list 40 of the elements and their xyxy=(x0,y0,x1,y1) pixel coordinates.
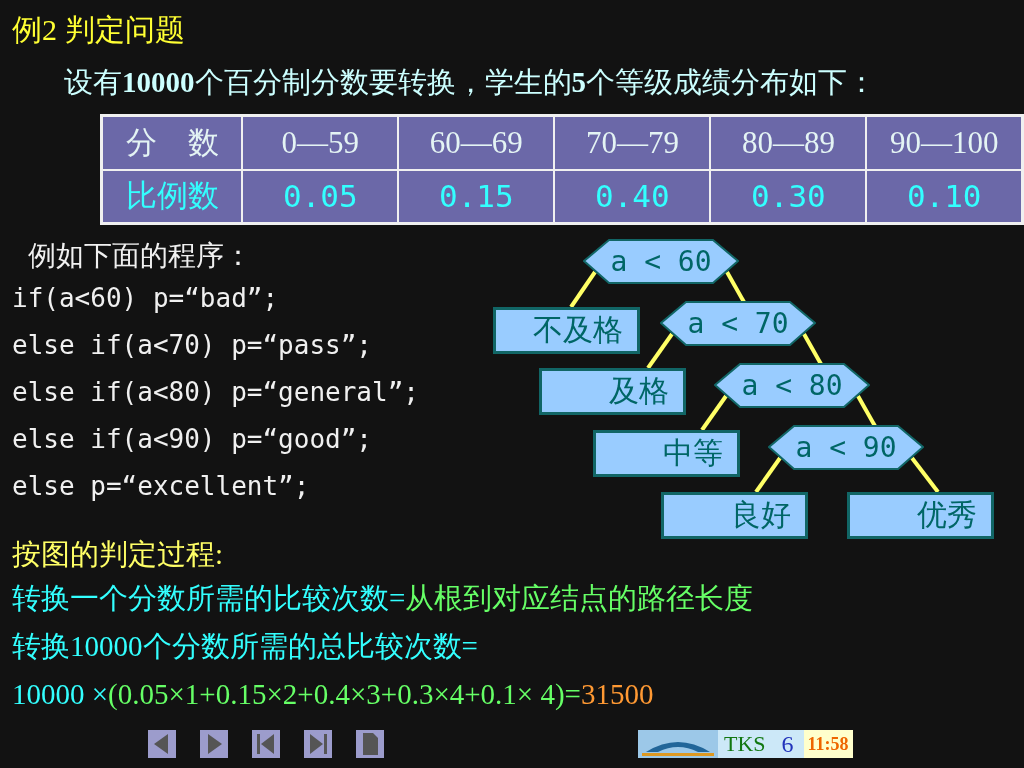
connector-line xyxy=(569,270,597,309)
table-cell: 0—59 xyxy=(242,115,399,170)
process-heading: 按图的判定过程: xyxy=(12,537,225,572)
table-cell: 分 数 xyxy=(101,115,243,170)
result-node: 不及格 xyxy=(493,307,640,354)
code-line: else if(a<90) p=“good”; xyxy=(12,423,374,456)
result-node: 良好 xyxy=(661,492,808,539)
table-cell: 70—79 xyxy=(554,115,711,170)
first-slide-button[interactable] xyxy=(252,730,280,758)
code-line: else if(a<70) p=“pass”; xyxy=(12,329,374,362)
program-label: 例如下面的程序： xyxy=(28,239,253,273)
page-number: 6 xyxy=(771,730,804,758)
connector-line xyxy=(910,456,940,494)
condition-node: a < 90 xyxy=(768,425,924,470)
intro-text: 设有10000个百分制分数要转换，学生的5个等级成绩分布如下： xyxy=(64,65,877,100)
result-node: 中等 xyxy=(593,430,740,477)
next-button[interactable] xyxy=(200,730,228,758)
table-cell: 80—89 xyxy=(710,115,867,170)
formula-line: 转换10000个分数所需的总比较次数= xyxy=(12,629,479,664)
logo-icon xyxy=(638,730,718,758)
condition-node: a < 70 xyxy=(660,301,816,346)
slide-title: 例2 判定问题 xyxy=(12,12,186,48)
document-button[interactable] xyxy=(356,730,384,758)
previous-button[interactable] xyxy=(148,730,176,758)
code-line: else p=“excellent”; xyxy=(12,470,311,503)
condition-node: a < 60 xyxy=(583,239,739,284)
formula-line: 10000 ×(0.05×1+0.15×2+0.4×3+0.3×4+0.1× 4)=31500 xyxy=(12,677,655,712)
formula-line: 转换一个分数所需的比较次数=从根到对应结点的路径长度 xyxy=(12,581,755,616)
clock-time: 11:58 xyxy=(803,730,853,758)
connector-line xyxy=(700,394,728,432)
condition-node: a < 80 xyxy=(714,363,870,408)
connector-line xyxy=(646,332,674,370)
result-node: 优秀 xyxy=(847,492,994,539)
label-text: TKS xyxy=(718,730,772,758)
table-cell: 60—69 xyxy=(398,115,555,170)
result-node: 及格 xyxy=(539,368,686,415)
last-slide-button[interactable] xyxy=(304,730,332,758)
code-line: if(a<60) p=“bad”; xyxy=(12,282,280,315)
code-line: else if(a<80) p=“general”; xyxy=(12,376,420,409)
connector-line xyxy=(754,456,782,494)
